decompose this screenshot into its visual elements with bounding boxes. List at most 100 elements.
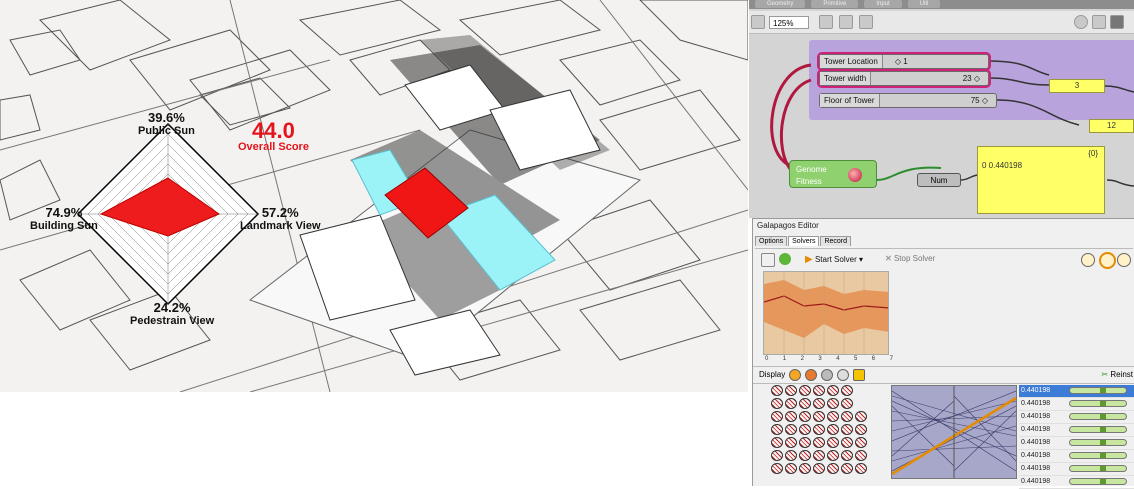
overall-score: 44.0 Overall Score: [238, 118, 309, 154]
building-sun-label: Building Sun: [30, 220, 98, 232]
tower-location-value: ◇ 1: [894, 57, 908, 66]
fitness-bar: [1069, 465, 1127, 472]
num-component[interactable]: Num: [917, 173, 961, 187]
fitness-row[interactable]: 0.440198: [1019, 476, 1134, 489]
solver-settings-icon[interactable]: [761, 253, 775, 267]
tick-4: 4: [836, 356, 840, 362]
fitness-row[interactable]: 0.440198: [1019, 385, 1134, 398]
radar-left: 74.9% Building Sun: [30, 205, 98, 232]
tower-width-value: 23 ◇: [962, 74, 980, 83]
public-sun-label: Public Sun: [138, 125, 195, 137]
tab-options[interactable]: Options: [755, 236, 788, 246]
dial-medium-icon[interactable]: [1099, 252, 1116, 269]
tower-width-slider[interactable]: Tower width 23 ◇: [817, 69, 991, 88]
panel-small-a[interactable]: 3: [1049, 79, 1105, 93]
tab-solvers[interactable]: Solvers: [788, 236, 820, 246]
fitness-row[interactable]: 0.440198: [1019, 450, 1134, 463]
fitness-row[interactable]: 0.440198: [1019, 411, 1134, 424]
tick-0: 0: [765, 356, 769, 362]
display-hazard-icon[interactable]: [853, 369, 865, 381]
overall-score-value: 44.0: [252, 118, 295, 143]
tick-6: 6: [871, 356, 876, 362]
landmark-view-label: Landmark View: [240, 220, 321, 232]
fitness-row[interactable]: 0.440198: [1019, 437, 1134, 450]
fitness-row[interactable]: 0.440198: [1019, 463, 1134, 476]
building-sun-value: 74.9%: [45, 205, 83, 220]
display-red-icon[interactable]: [805, 369, 817, 381]
fitness-label: Fitness: [796, 177, 822, 186]
display-grey-icon[interactable]: [821, 369, 833, 381]
display-light-icon[interactable]: [837, 369, 849, 381]
graph-axis: 0 1 2 3 4 5 6 7: [765, 356, 893, 362]
public-sun-value: 39.6%: [147, 110, 185, 125]
overall-score-label: Overall Score: [238, 141, 309, 153]
dial-fast-icon[interactable]: [1117, 253, 1131, 267]
fitness-graph: [763, 271, 889, 355]
floor-of-tower-slider[interactable]: Floor of Tower 75 ◇: [819, 93, 997, 108]
tick-1: 1: [782, 356, 787, 362]
panel-small-b[interactable]: 12: [1089, 119, 1134, 133]
parallel-coordinates: [891, 385, 1017, 479]
stop-solver-button[interactable]: ✕ Stop Solver: [885, 254, 935, 263]
fitness-value: 0.440198: [1021, 478, 1051, 485]
fitness-value: 0.440198: [1021, 439, 1051, 446]
editor-tabs: Options Solvers Record: [755, 236, 852, 246]
tick-7: 7: [889, 356, 893, 362]
display-orange-icon[interactable]: [789, 369, 801, 381]
stop-icon: ✕: [885, 254, 892, 263]
fitness-bar: [1069, 400, 1127, 407]
galapagos-editor: Galapagos Editor Options Solvers Record …: [752, 218, 1134, 489]
pedestrian-view-label: Pedestrain View: [130, 315, 215, 327]
fitness-value: 0.440198: [1021, 400, 1051, 407]
play-icon: ▶: [805, 254, 813, 265]
fitness-row[interactable]: 0.440198: [1019, 398, 1134, 411]
panel-fitness-value: 0 0.440198: [982, 161, 1023, 170]
fitness-panel[interactable]: {0} 0 0.440198: [977, 146, 1105, 214]
landmark-view-value: 57.2%: [261, 205, 299, 220]
stop-solver-label: Stop Solver: [893, 254, 936, 263]
galapagos-icon: [848, 168, 862, 182]
fitness-bar: [1069, 413, 1127, 420]
fitness-value: 0.440198: [1021, 465, 1051, 472]
parallel-coordinates-plot: [891, 386, 1017, 478]
tick-2: 2: [800, 356, 804, 362]
radar-bottom: 24.2% Pedestrain View: [130, 300, 214, 327]
rhino-viewport[interactable]: 39.6% Public Sun 74.9% Building Sun 57.2…: [0, 0, 748, 392]
gene-pool-grid: [771, 385, 883, 479]
galapagos-component[interactable]: Genome Fitness: [789, 160, 877, 188]
fitness-graph-plot: [764, 272, 888, 354]
refresh-icon[interactable]: [779, 253, 791, 265]
radar-top: 39.6% Public Sun: [138, 110, 195, 137]
fitness-bar: [1069, 387, 1127, 394]
floor-of-tower-value: 75 ◇: [970, 96, 988, 105]
fitness-value: 0.440198: [1021, 413, 1051, 420]
reinstate-label: Reinst: [1110, 370, 1133, 379]
reinstate-icon: ✂: [1101, 370, 1109, 379]
start-solver-label: Start Solver: [814, 255, 857, 264]
display-bar: Display ✂ Reinst: [753, 366, 1134, 384]
tower-location-slider[interactable]: Tower Location ◇ 1: [817, 52, 991, 71]
tick-5: 5: [853, 356, 858, 362]
site-plan: [0, 0, 748, 392]
panel-path-header: {0}: [1088, 149, 1098, 158]
fitness-bar: [1069, 478, 1127, 485]
tower-location-label: Tower Location: [820, 55, 883, 68]
fitness-row[interactable]: 0.440198: [1019, 424, 1134, 437]
fitness-bar: [1069, 439, 1127, 446]
reinstate-button[interactable]: ✂ Reinst: [1101, 370, 1133, 379]
fitness-value: 0.440198: [1021, 452, 1051, 459]
grasshopper-canvas[interactable]: Geometry Primitive Input Util 125% Tower…: [749, 0, 1134, 218]
start-solver-button[interactable]: ▶ Start Solver ▾: [805, 254, 863, 265]
pedestrian-view-value: 24.2%: [153, 300, 191, 315]
genome-label: Genome: [796, 165, 827, 174]
radar-right: 57.2% Landmark View: [240, 205, 321, 232]
tower-width-label: Tower width: [820, 72, 872, 85]
dial-slow-icon[interactable]: [1081, 253, 1095, 267]
tab-record[interactable]: Record: [820, 236, 852, 246]
display-label: Display: [759, 370, 786, 379]
floor-of-tower-label: Floor of Tower: [820, 94, 880, 107]
fitness-value: 0.440198: [1021, 387, 1051, 394]
fitness-value: 0.440198: [1021, 426, 1051, 433]
fitness-bar: [1069, 426, 1127, 433]
fitness-list[interactable]: 0.440198 0.440198 0.440198 0.440198 0.44…: [1019, 385, 1134, 489]
